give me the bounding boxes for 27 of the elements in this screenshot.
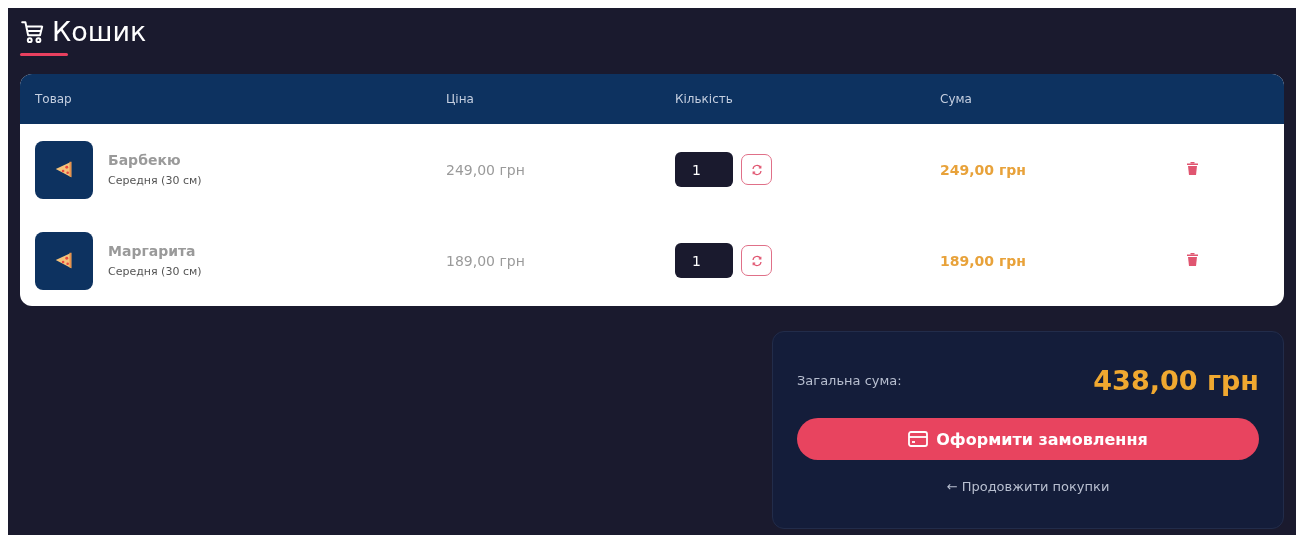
product-name: Барбекю: [108, 152, 182, 168]
refresh-button[interactable]: [741, 154, 772, 185]
refresh-icon: [750, 163, 763, 176]
column-header: Товар: [35, 92, 72, 106]
refresh-icon: [750, 254, 763, 267]
column-header: Кількість: [675, 92, 733, 106]
product-price: 249,00 грн: [446, 161, 525, 178]
refresh-button[interactable]: [741, 245, 772, 276]
line-total: 189,00 грн: [940, 252, 1026, 269]
card-icon: [908, 431, 929, 447]
total-label: Загальна сума:: [797, 372, 902, 388]
quantity-field[interactable]: 1: [675, 243, 733, 278]
trash-icon[interactable]: [1187, 252, 1198, 266]
product-price: 189,00 грн: [446, 252, 525, 269]
line-total: 249,00 грн: [940, 161, 1026, 178]
column-header: Сума: [940, 92, 972, 106]
page-title: Кошик: [52, 18, 147, 45]
product-name: Маргарита: [108, 243, 197, 259]
product-size: Середня (30 см): [108, 265, 202, 278]
trash-icon[interactable]: [1187, 161, 1198, 175]
product-size: Середня (30 см): [108, 174, 202, 187]
continue-shopping-link[interactable]: ← Продовжити покупки: [946, 479, 1110, 494]
checkout-button[interactable]: Оформити замовлення: [797, 418, 1259, 460]
cart-icon: [20, 18, 46, 45]
quantity-field[interactable]: 1: [675, 152, 733, 187]
column-header: Ціна: [446, 92, 474, 106]
total-amount: 438,00 грн: [1093, 364, 1259, 396]
